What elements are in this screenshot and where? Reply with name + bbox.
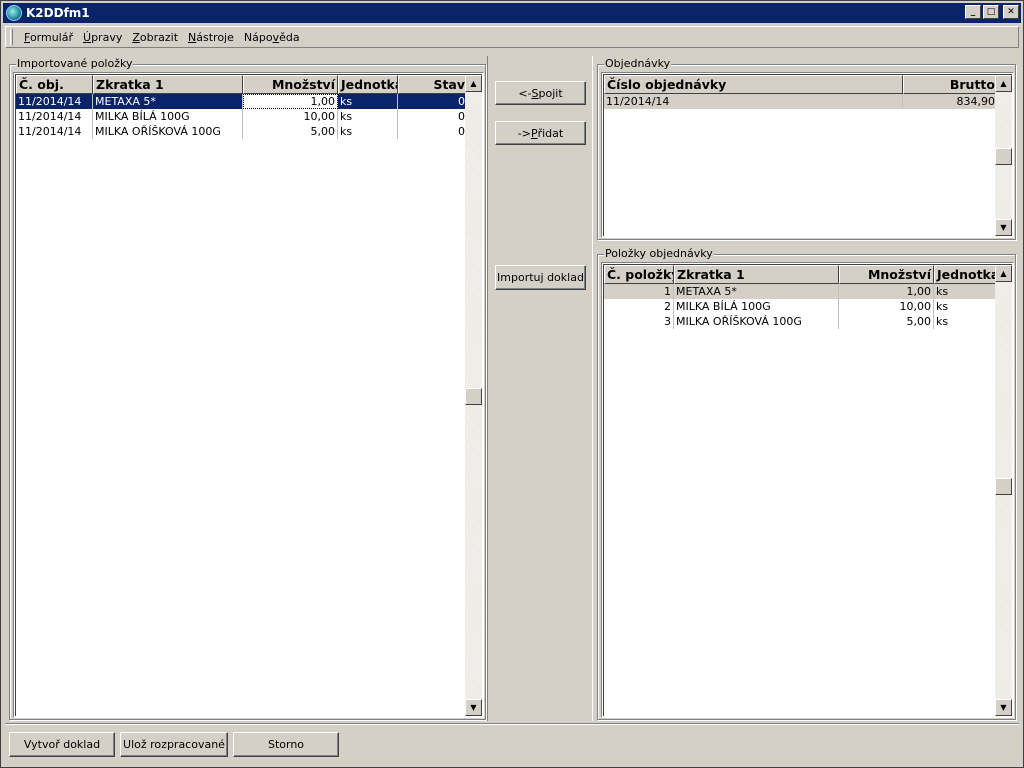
menu-napoveda[interactable]: Nápověda	[239, 31, 305, 44]
window-title: K2DDfm1	[26, 6, 90, 20]
orders-grid[interactable]: Číslo objednávky Brutto 11/2014/14 834,9…	[601, 72, 1014, 238]
table-row[interactable]: 3 MILKA OŘÍŠKOVÁ 100G 5,00 ks	[604, 314, 998, 329]
scroll-up-icon[interactable]: ▲	[995, 265, 1012, 282]
cell-qty: 10,00	[243, 109, 338, 124]
scroll-up-icon[interactable]: ▲	[995, 75, 1012, 92]
cell-abbr: METAXA 5*	[93, 94, 243, 109]
imported-items-title: Importované položky	[16, 57, 134, 70]
cancel-button[interactable]: Storno	[233, 732, 339, 757]
col-order-number[interactable]: Č. obj.	[16, 75, 93, 94]
cell-abbr: MILKA OŘÍŠKOVÁ 100G	[93, 124, 243, 139]
cell-unit: ks	[338, 94, 398, 109]
cell-unit: ks	[934, 314, 998, 329]
cell-abbr: MILKA BÍLÁ 100G	[674, 299, 839, 314]
app-icon	[6, 5, 22, 21]
add-button[interactable]: -> Přidat	[495, 121, 586, 145]
order-items-title: Položky objednávky	[604, 247, 714, 260]
orders-title: Objednávky	[604, 57, 672, 70]
cell-status: 0	[398, 94, 468, 109]
order-items-grid[interactable]: Č. položky Zkratka 1 Množství Jednotka 1…	[601, 262, 1014, 718]
menu-bar: Formulář Úpravy Zobrazit Nástroje Nápově…	[5, 26, 1019, 48]
table-row[interactable]: 11/2014/14 MILKA OŘÍŠKOVÁ 100G 5,00 ks 0	[16, 124, 468, 139]
col-quantity[interactable]: Množství	[839, 265, 934, 284]
maximize-button[interactable]: □	[983, 5, 999, 19]
orders-scrollbar[interactable]: ▲ ▼	[995, 75, 1012, 236]
minimize-button[interactable]: _	[965, 5, 981, 19]
table-row[interactable]: 1 METAXA 5* 1,00 ks	[604, 284, 998, 299]
action-panel	[487, 56, 593, 721]
imported-header: Č. obj. Zkratka 1 Množství Jednotka Stav	[16, 75, 468, 94]
col-abbreviation[interactable]: Zkratka 1	[674, 265, 839, 284]
menu-grip	[10, 29, 13, 45]
col-unit[interactable]: Jednotka	[338, 75, 398, 94]
cell-order-id: 11/2014/14	[604, 94, 903, 109]
connect-button[interactable]: <- Spojit	[495, 81, 586, 105]
scroll-down-icon[interactable]: ▼	[995, 699, 1012, 716]
cell-unit: ks	[934, 299, 998, 314]
cell-order: 11/2014/14	[16, 109, 93, 124]
cell-order: 11/2014/14	[16, 94, 93, 109]
main-window: K2DDfm1 _ □ ✕ Formulář Úpravy Zobrazit N…	[0, 0, 1024, 768]
scroll-down-icon[interactable]: ▼	[995, 219, 1012, 236]
cell-item-no: 2	[604, 299, 674, 314]
close-button[interactable]: ✕	[1003, 5, 1019, 19]
cell-qty: 1,00	[839, 284, 934, 299]
menu-nastroje[interactable]: Nástroje	[183, 31, 239, 44]
menu-formular[interactable]: Formulář	[19, 31, 78, 44]
cell-order: 11/2014/14	[16, 124, 93, 139]
menu-zobrazit[interactable]: Zobrazit	[127, 31, 183, 44]
table-row[interactable]: 2 MILKA BÍLÁ 100G 10,00 ks	[604, 299, 998, 314]
title-bar[interactable]: K2DDfm1 _ □ ✕	[3, 3, 1021, 23]
col-unit[interactable]: Jednotka	[934, 265, 998, 284]
orders-header: Číslo objednávky Brutto	[604, 75, 998, 94]
menu-upravy[interactable]: Úpravy	[78, 31, 127, 44]
cell-item-no: 1	[604, 284, 674, 299]
cell-unit: ks	[338, 124, 398, 139]
scroll-down-icon[interactable]: ▼	[465, 699, 482, 716]
cell-unit: ks	[934, 284, 998, 299]
cell-qty: 5,00	[839, 314, 934, 329]
orders-group: Objednávky Číslo objednávky Brutto 11/20…	[597, 57, 1016, 240]
order-items-header: Č. položky Zkratka 1 Množství Jednotka	[604, 265, 998, 284]
cell-item-no: 3	[604, 314, 674, 329]
scroll-thumb[interactable]	[995, 478, 1012, 495]
cell-unit: ks	[338, 109, 398, 124]
order-items-scrollbar[interactable]: ▲ ▼	[995, 265, 1012, 716]
import-document-button[interactable]: Importuj doklad	[495, 265, 586, 290]
scroll-thumb[interactable]	[995, 148, 1012, 165]
cell-abbr: MILKA BÍLÁ 100G	[93, 109, 243, 124]
scroll-thumb[interactable]	[465, 388, 482, 405]
table-row[interactable]: 11/2014/14 834,90	[604, 94, 998, 109]
cell-qty[interactable]: 1,00	[243, 94, 338, 109]
cell-status: 0	[398, 124, 468, 139]
imported-items-grid[interactable]: Č. obj. Zkratka 1 Množství Jednotka Stav…	[13, 72, 484, 718]
imported-scrollbar[interactable]: ▲ ▼	[465, 75, 482, 716]
col-item-number[interactable]: Č. položky	[604, 265, 674, 284]
cell-status: 0	[398, 109, 468, 124]
cell-qty: 10,00	[839, 299, 934, 314]
create-document-button[interactable]: Vytvoř doklad	[9, 732, 115, 757]
save-draft-button[interactable]: Ulož rozpracované	[120, 732, 228, 757]
imported-items-group: Importované položky Č. obj. Zkratka 1 Mn…	[9, 57, 486, 720]
scroll-up-icon[interactable]: ▲	[465, 75, 482, 92]
cell-qty: 5,00	[243, 124, 338, 139]
order-items-group: Položky objednávky Č. položky Zkratka 1 …	[597, 247, 1016, 720]
cell-gross: 834,90	[903, 94, 998, 109]
col-gross[interactable]: Brutto	[903, 75, 998, 94]
col-status[interactable]: Stav	[398, 75, 468, 94]
cell-abbr: MILKA OŘÍŠKOVÁ 100G	[674, 314, 839, 329]
table-row[interactable]: 11/2014/14 METAXA 5* 1,00 ks 0	[16, 94, 468, 109]
col-quantity[interactable]: Množství	[243, 75, 338, 94]
cell-abbr: METAXA 5*	[674, 284, 839, 299]
table-row[interactable]: 11/2014/14 MILKA BÍLÁ 100G 10,00 ks 0	[16, 109, 468, 124]
col-order-id[interactable]: Číslo objednávky	[604, 75, 903, 94]
col-abbreviation[interactable]: Zkratka 1	[93, 75, 243, 94]
